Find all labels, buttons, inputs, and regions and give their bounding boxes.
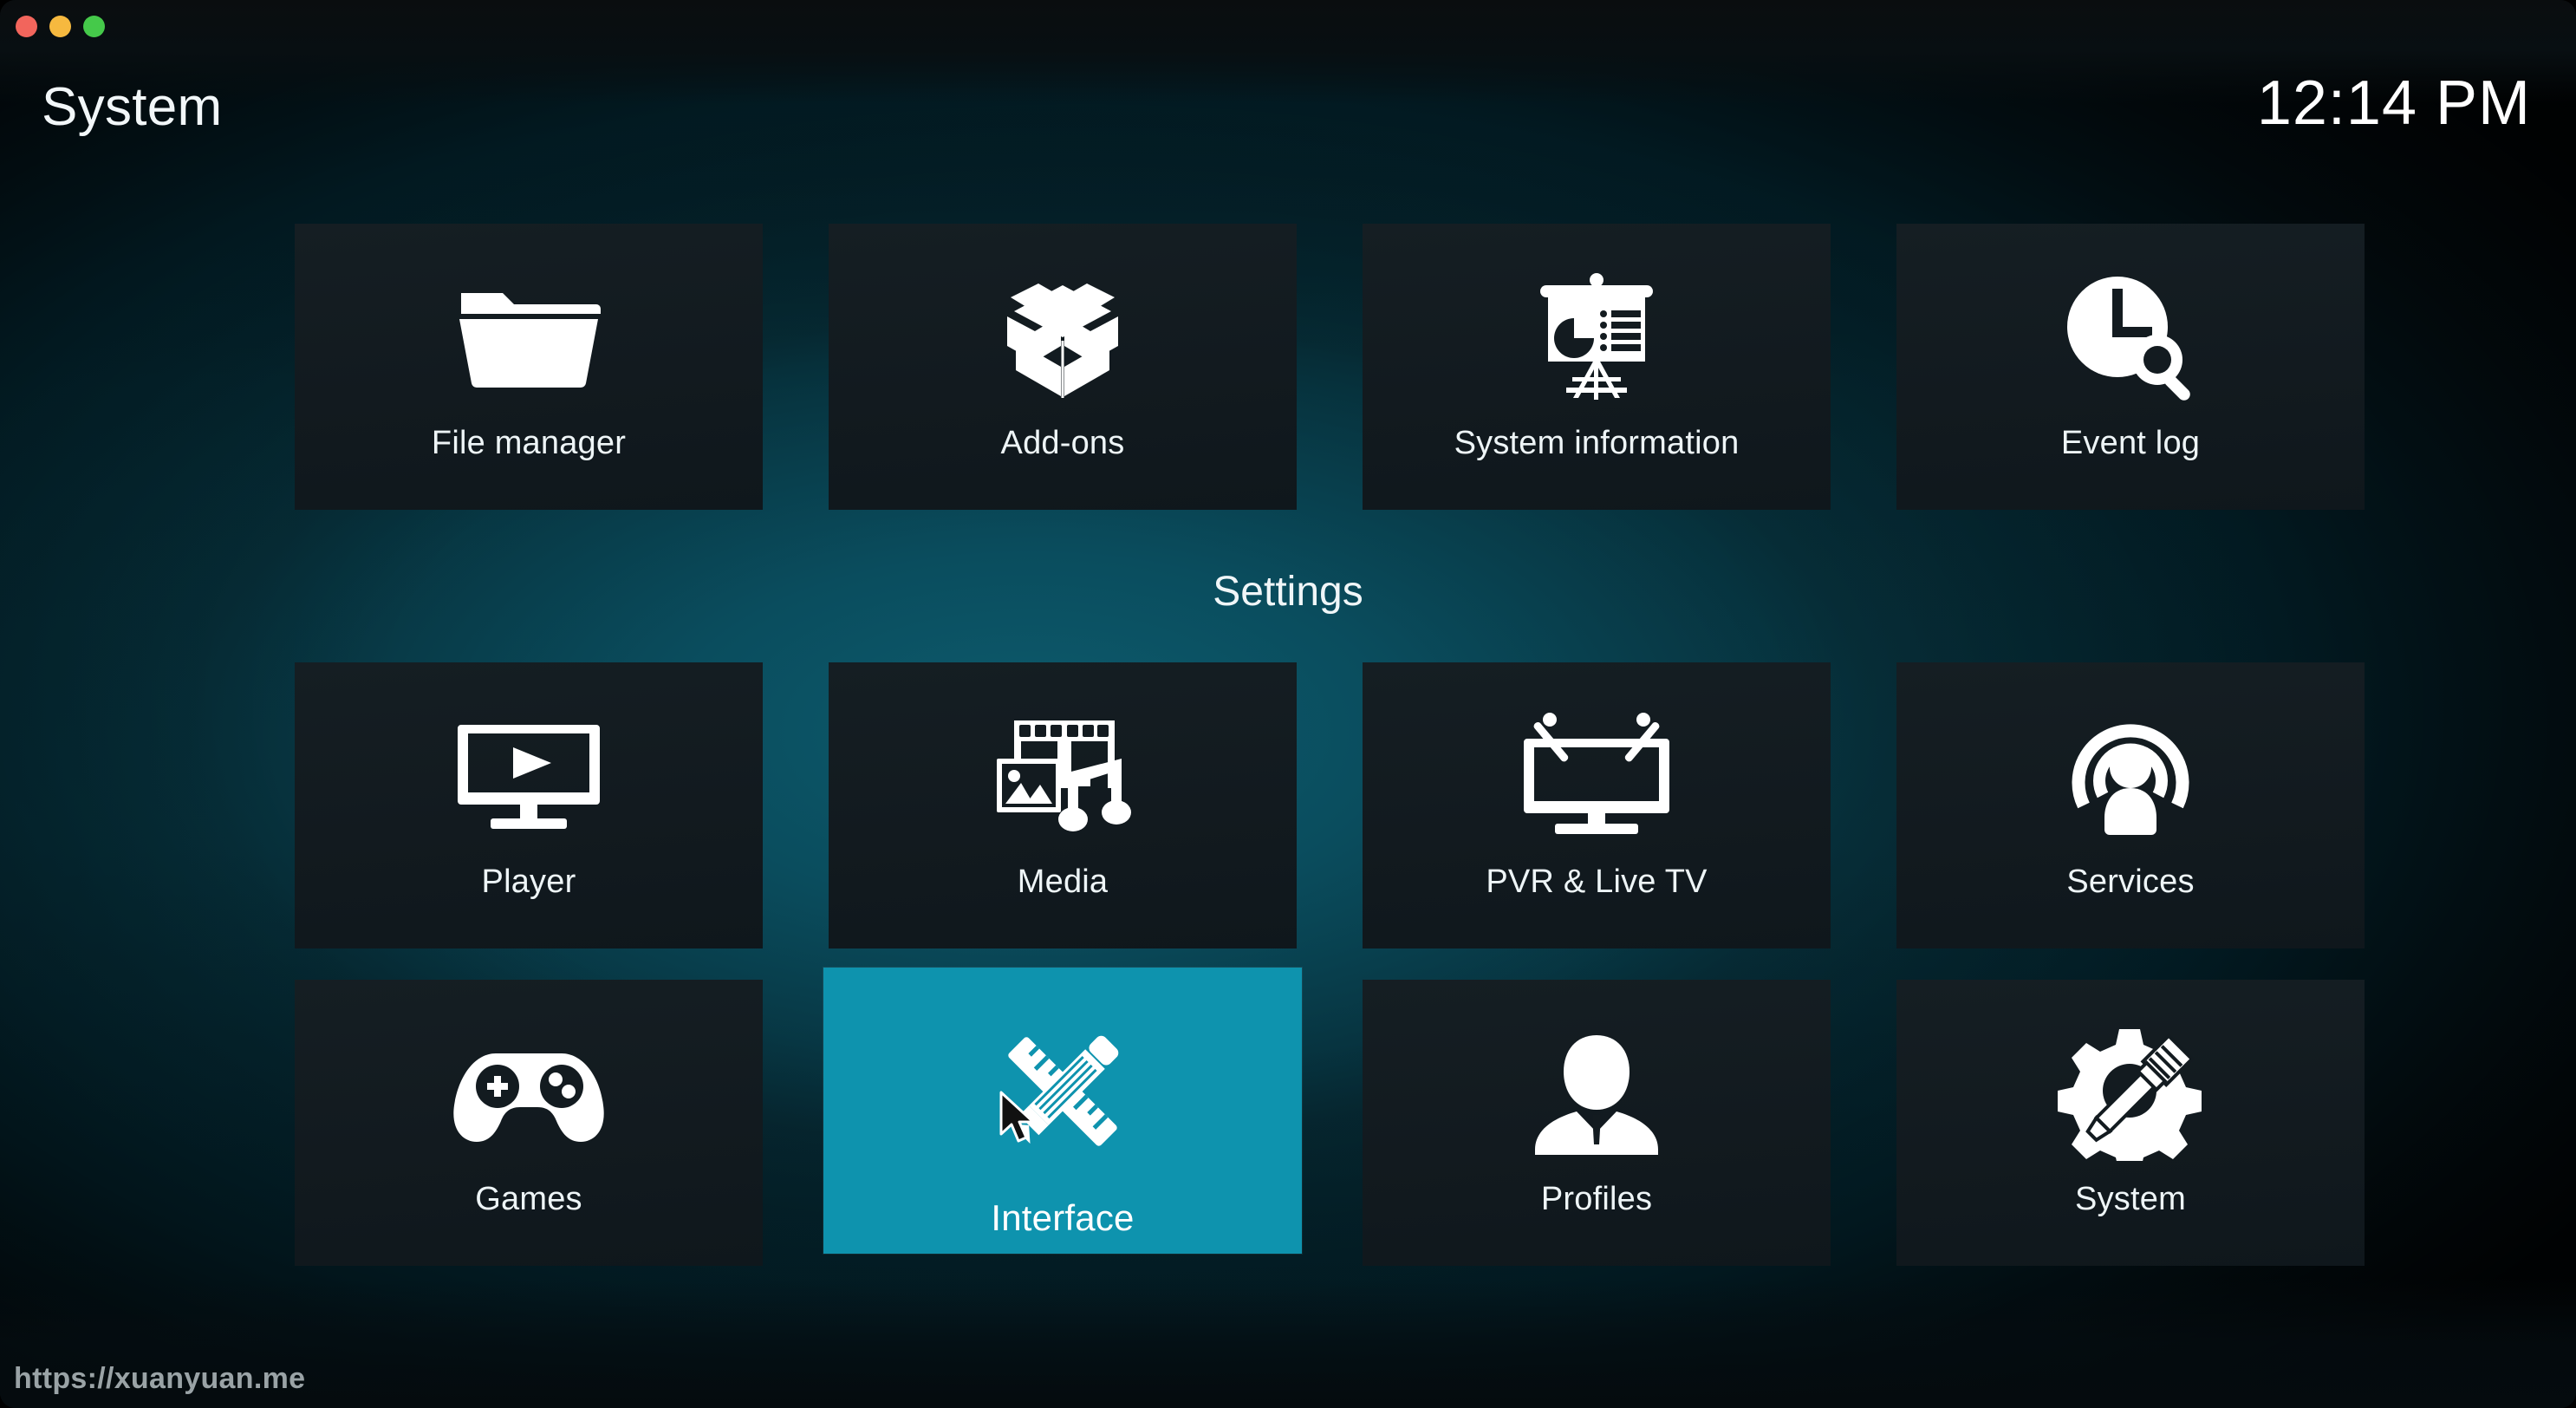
- minimize-button[interactable]: [49, 16, 71, 37]
- tv-antenna-icon: [1514, 701, 1679, 848]
- tile-services[interactable]: Services: [1896, 662, 2365, 948]
- titlebar-gradient: [0, 0, 2576, 104]
- media-stack-icon: [980, 701, 1145, 848]
- tile-label: File manager: [431, 425, 627, 461]
- pencil-ruler-icon: [972, 1011, 1154, 1171]
- presentation-icon: [1514, 262, 1679, 409]
- close-button[interactable]: [16, 16, 37, 37]
- tile-event-log[interactable]: Event log: [1896, 224, 2365, 510]
- tile-label: Media: [1017, 864, 1109, 900]
- gamepad-icon: [446, 1018, 611, 1165]
- tile-interface[interactable]: Interface: [823, 968, 1302, 1254]
- page-title: System: [42, 77, 223, 137]
- tile-label: Services: [2066, 864, 2195, 900]
- tile-label: Add-ons: [1000, 425, 1125, 461]
- settings-grid-row-2: Games Interface Profiles System: [295, 968, 2365, 1266]
- tile-label: System information: [1454, 425, 1740, 461]
- tile-player[interactable]: Player: [295, 662, 763, 948]
- window-controls: [16, 16, 105, 37]
- tile-add-ons[interactable]: Add-ons: [829, 224, 1297, 510]
- tile-label: Interface: [991, 1197, 1135, 1238]
- monitor-play-icon: [446, 701, 611, 848]
- settings-grid-row-1: Player Media PVR & Live TV Services: [295, 662, 2365, 948]
- tools-grid: File manager Add-ons System information …: [295, 224, 2365, 510]
- tile-system[interactable]: System: [1896, 980, 2365, 1266]
- clock-search-icon: [2048, 262, 2213, 409]
- tile-label: Event log: [2060, 425, 2201, 461]
- tile-file-manager[interactable]: File manager: [295, 224, 763, 510]
- tile-media[interactable]: Media: [829, 662, 1297, 948]
- folder-icon: [446, 262, 611, 409]
- tile-label: PVR & Live TV: [1486, 864, 1708, 900]
- app-window: System 12:14 PM Settings File manager Ad…: [0, 0, 2576, 1408]
- tile-profiles[interactable]: Profiles: [1363, 980, 1831, 1266]
- tile-label: Profiles: [1540, 1181, 1653, 1217]
- broadcast-icon: [2048, 701, 2213, 848]
- tile-label: Games: [475, 1181, 582, 1217]
- tile-pvr-live-tv[interactable]: PVR & Live TV: [1363, 662, 1831, 948]
- maximize-button[interactable]: [83, 16, 105, 37]
- person-bust-icon: [1514, 1018, 1679, 1165]
- tile-label: Player: [481, 864, 576, 900]
- tile-label: System: [2075, 1181, 2186, 1217]
- watermark: https://xuanyuan.me: [14, 1362, 306, 1395]
- open-box-icon: [980, 262, 1145, 409]
- gear-screwdriver-icon: [2048, 1018, 2213, 1165]
- settings-section-heading: Settings: [1213, 569, 1363, 615]
- tile-system-information[interactable]: System information: [1363, 224, 1831, 510]
- bottom-gradient: [0, 1278, 2576, 1408]
- tile-games[interactable]: Games: [295, 980, 763, 1266]
- clock-display: 12:14 PM: [2256, 68, 2531, 138]
